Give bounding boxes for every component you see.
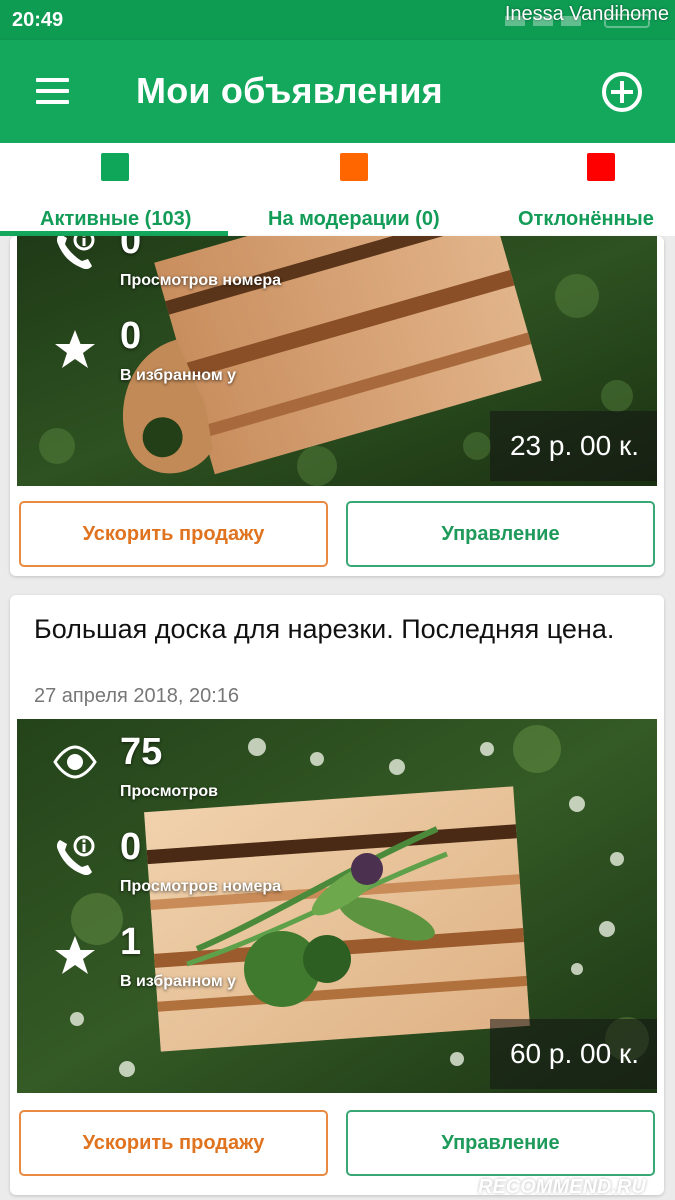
stat-label: Просмотров номера [120, 878, 282, 895]
status-square-green [101, 153, 129, 181]
price-badge: 60 р. 00 к. [489, 1019, 657, 1089]
stat-value: 0 [120, 826, 142, 868]
stat-value: 1 [120, 921, 142, 963]
stat-views: 75 Просмотров [52, 731, 352, 819]
ad-photo[interactable]: 75 Просмотров 0 Просмотров номера 1 В из… [17, 719, 657, 1093]
stat-value: 0 [120, 236, 142, 262]
status-square-orange [340, 153, 368, 181]
tab-label: Отклонённые [518, 208, 654, 230]
ad-title[interactable]: Большая доска для нарезки. Последняя цен… [34, 611, 634, 647]
stat-label: В избранном у [120, 973, 237, 990]
menu-button[interactable] [28, 72, 76, 112]
phone-info-icon [56, 835, 95, 876]
stat-value: 75 [120, 731, 163, 773]
tab-label: Активные (103) [40, 208, 192, 230]
price-badge: 23 р. 00 к. [489, 411, 657, 481]
stat-label: Просмотров номера [120, 272, 282, 289]
ad-photo[interactable]: 0 Просмотров номера 0 В избранном у 23 р… [17, 236, 657, 486]
tab-active[interactable]: Активные (103) [0, 143, 240, 236]
eye-icon [53, 745, 97, 779]
stat-label: Просмотров [120, 783, 218, 800]
status-bar: 20:49 Inessa Vandihome [0, 0, 675, 40]
manage-button[interactable]: Управление [346, 1110, 655, 1176]
tab-bar: Активные (103) На модерации (0) Отклонён… [0, 143, 675, 236]
page-title: Мои объявления [136, 70, 443, 111]
manage-button[interactable]: Управление [346, 501, 655, 567]
boost-sale-button[interactable]: Ускорить продажу [19, 1110, 328, 1176]
stat-phone-views: 0 Просмотров номера [52, 236, 352, 308]
boost-sale-button[interactable]: Ускорить продажу [19, 501, 328, 567]
tab-rejected[interactable]: Отклонённые [485, 143, 675, 236]
app-bar: Мои объявления [0, 40, 675, 143]
status-time: 20:49 [12, 9, 64, 31]
status-square-red [587, 153, 615, 181]
tab-moderation[interactable]: На модерации (0) [240, 143, 485, 236]
account-name: Inessa Vandihome [504, 3, 669, 25]
stat-favorites: 1 В избранном у [52, 921, 352, 1009]
stat-favorites: 0 В избранном у [52, 315, 352, 403]
stat-label: В избранном у [120, 367, 237, 384]
star-icon [55, 330, 95, 368]
ad-card: 0 Просмотров номера 0 В избранном у 23 р… [10, 236, 664, 576]
star-icon [55, 936, 95, 974]
stat-value: 0 [120, 315, 142, 357]
add-ad-button[interactable] [598, 68, 646, 116]
tab-label: На модерации (0) [268, 208, 440, 230]
watermark-text: RECOMMEND.RU [478, 1176, 646, 1198]
add-circle-icon [602, 72, 642, 112]
ad-card: Большая доска для нарезки. Последняя цен… [10, 595, 664, 1195]
ad-date: 27 апреля 2018, 20:16 [34, 685, 240, 707]
stat-phone-views: 0 Просмотров номера [52, 826, 352, 914]
phone-info-icon [56, 236, 95, 270]
